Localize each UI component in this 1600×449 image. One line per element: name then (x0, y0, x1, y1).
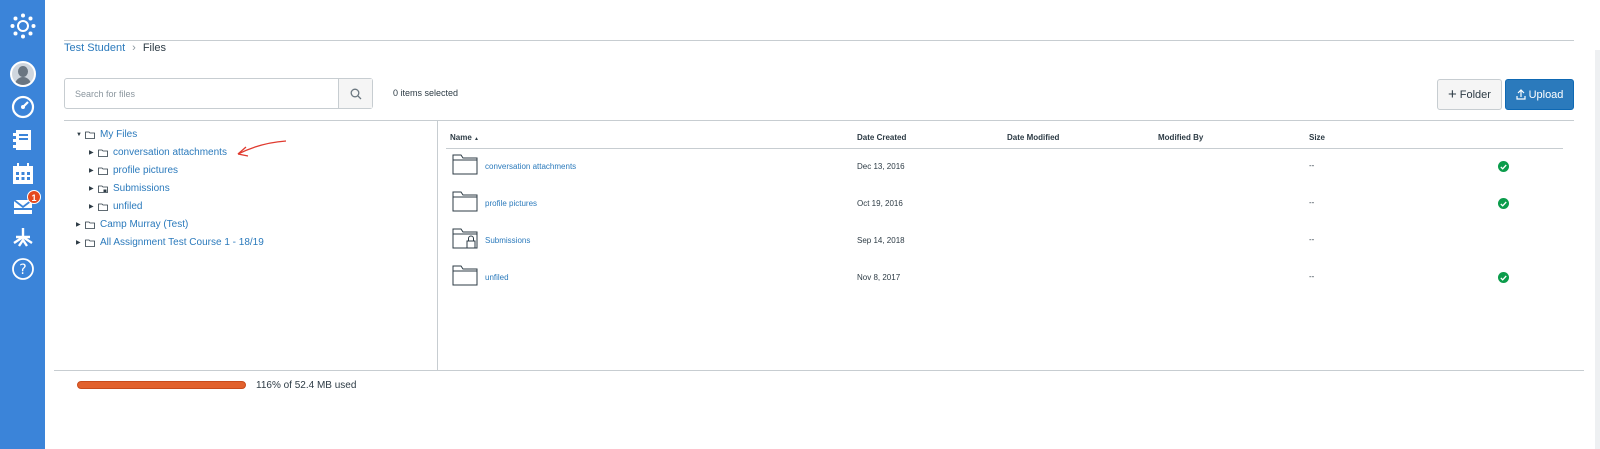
footer-divider (54, 370, 1584, 371)
tree-item-label: profile pictures (113, 165, 179, 176)
breadcrumb: Test Student › Files (64, 42, 166, 54)
tree-item-my-files[interactable]: ▼ My Files (76, 129, 137, 140)
commons-icon[interactable] (0, 221, 45, 253)
column-header-name-label: Name (450, 133, 472, 142)
file-size: -- (1309, 272, 1315, 281)
expand-toggle-icon[interactable]: ▶ (89, 203, 95, 210)
date-created: Oct 19, 2016 (857, 199, 903, 208)
published-checkmark-icon[interactable] (1498, 198, 1509, 209)
canvas-logo-icon[interactable] (0, 10, 45, 42)
account-nav-item[interactable] (0, 58, 45, 90)
date-created: Dec 13, 2016 (857, 162, 905, 171)
search-box (64, 78, 373, 109)
folder-icon (98, 149, 108, 157)
table-row[interactable]: profile pictures Oct 19, 2016 -- (446, 186, 1563, 222)
file-size: -- (1309, 198, 1315, 207)
expand-toggle-icon[interactable]: ▼ (76, 132, 82, 138)
svg-text:?: ? (19, 262, 26, 278)
expand-toggle-icon[interactable]: ▶ (89, 167, 95, 174)
file-name-link[interactable]: unfiled (485, 273, 509, 282)
column-header-modified-by[interactable]: Modified By (1158, 133, 1203, 142)
tree-item-conversation-attachments[interactable]: ▶ conversation attachments (89, 147, 227, 158)
add-folder-label: Folder (1459, 88, 1491, 101)
tree-item-unfiled[interactable]: ▶ unfiled (89, 201, 142, 212)
table-row[interactable]: conversation attachments Dec 13, 2016 -- (446, 149, 1563, 185)
tree-item-all-assignment-test-course[interactable]: ▶ All Assignment Test Course 1 - 18/19 (76, 237, 264, 248)
upload-label: Upload (1528, 88, 1564, 101)
tree-item-label: My Files (100, 129, 138, 140)
tree-item-submissions[interactable]: ▶ Submissions (89, 183, 170, 194)
tree-item-label: Submissions (113, 183, 170, 194)
annotation-arrow-icon (237, 140, 287, 157)
locked-folder-icon (98, 185, 108, 193)
plus-icon: + (1448, 86, 1457, 103)
help-icon[interactable]: ? (0, 253, 45, 285)
column-header-name[interactable]: Name ▲ (450, 133, 479, 142)
column-header-date-modified[interactable]: Date Modified (1007, 133, 1059, 142)
file-name-link[interactable]: Submissions (485, 236, 530, 245)
folder-icon (85, 239, 95, 247)
folder-icon (85, 221, 95, 229)
upload-button[interactable]: Upload (1505, 79, 1574, 110)
tree-item-profile-pictures[interactable]: ▶ profile pictures (89, 165, 178, 176)
header-divider (64, 40, 1574, 41)
column-header-size[interactable]: Size (1309, 133, 1325, 142)
quota-text: 116% of 52.4 MB used (256, 380, 357, 391)
expand-toggle-icon[interactable]: ▶ (89, 185, 95, 192)
file-name-link[interactable]: profile pictures (485, 199, 537, 208)
inbox-icon[interactable]: 1 (0, 190, 45, 222)
tree-item-label: conversation attachments (113, 147, 227, 158)
folder-icon (98, 203, 108, 211)
published-checkmark-icon[interactable] (1498, 272, 1509, 283)
search-button[interactable] (338, 79, 372, 108)
selection-status: 0 items selected (393, 88, 459, 98)
global-nav: 1 ? (0, 0, 45, 449)
scroll-ruler (1595, 50, 1600, 449)
date-created: Sep 14, 2018 (857, 236, 905, 245)
tree-item-label: Camp Murray (Test) (100, 219, 189, 230)
upload-icon (1515, 89, 1526, 100)
folder-icon (98, 167, 108, 175)
folder-icon (452, 189, 478, 218)
column-header-date-created[interactable]: Date Created (857, 133, 906, 142)
breadcrumb-files: Files (142, 42, 167, 54)
chevron-right-icon: › (132, 42, 136, 54)
sort-ascending-icon: ▲ (474, 136, 479, 142)
folder-icon (452, 152, 478, 181)
quota-progress-bar (77, 381, 246, 389)
folder-icon (85, 131, 95, 139)
breadcrumb-test-student[interactable]: Test Student (64, 42, 125, 54)
published-checkmark-icon[interactable] (1498, 161, 1509, 172)
locked-folder-icon (452, 226, 478, 255)
date-created: Nov 8, 2017 (857, 273, 901, 282)
courses-icon[interactable] (0, 124, 45, 156)
expand-toggle-icon[interactable]: ▶ (89, 149, 95, 156)
tree-divider (437, 121, 438, 370)
tree-item-label: All Assignment Test Course 1 - 18/19 (100, 237, 264, 248)
table-row[interactable]: Submissions Sep 14, 2018 -- (446, 223, 1563, 259)
file-name-link[interactable]: conversation attachments (485, 162, 576, 171)
expand-toggle-icon[interactable]: ▶ (76, 239, 82, 246)
expand-toggle-icon[interactable]: ▶ (76, 221, 82, 228)
add-folder-button[interactable]: + Folder (1437, 79, 1502, 110)
file-size: -- (1309, 235, 1315, 244)
search-input[interactable] (65, 79, 338, 108)
toolbar-divider (64, 120, 1574, 121)
table-row[interactable]: unfiled Nov 8, 2017 -- (446, 260, 1563, 296)
folder-icon (452, 263, 478, 292)
file-size: -- (1309, 161, 1315, 170)
inbox-unread-badge: 1 (27, 190, 41, 204)
calendar-icon[interactable] (0, 158, 45, 190)
avatar (9, 61, 36, 87)
tree-item-label: unfiled (113, 201, 143, 212)
search-icon (350, 88, 361, 99)
tree-item-camp-murray[interactable]: ▶ Camp Murray (Test) (76, 219, 188, 230)
dashboard-icon[interactable] (0, 91, 45, 123)
